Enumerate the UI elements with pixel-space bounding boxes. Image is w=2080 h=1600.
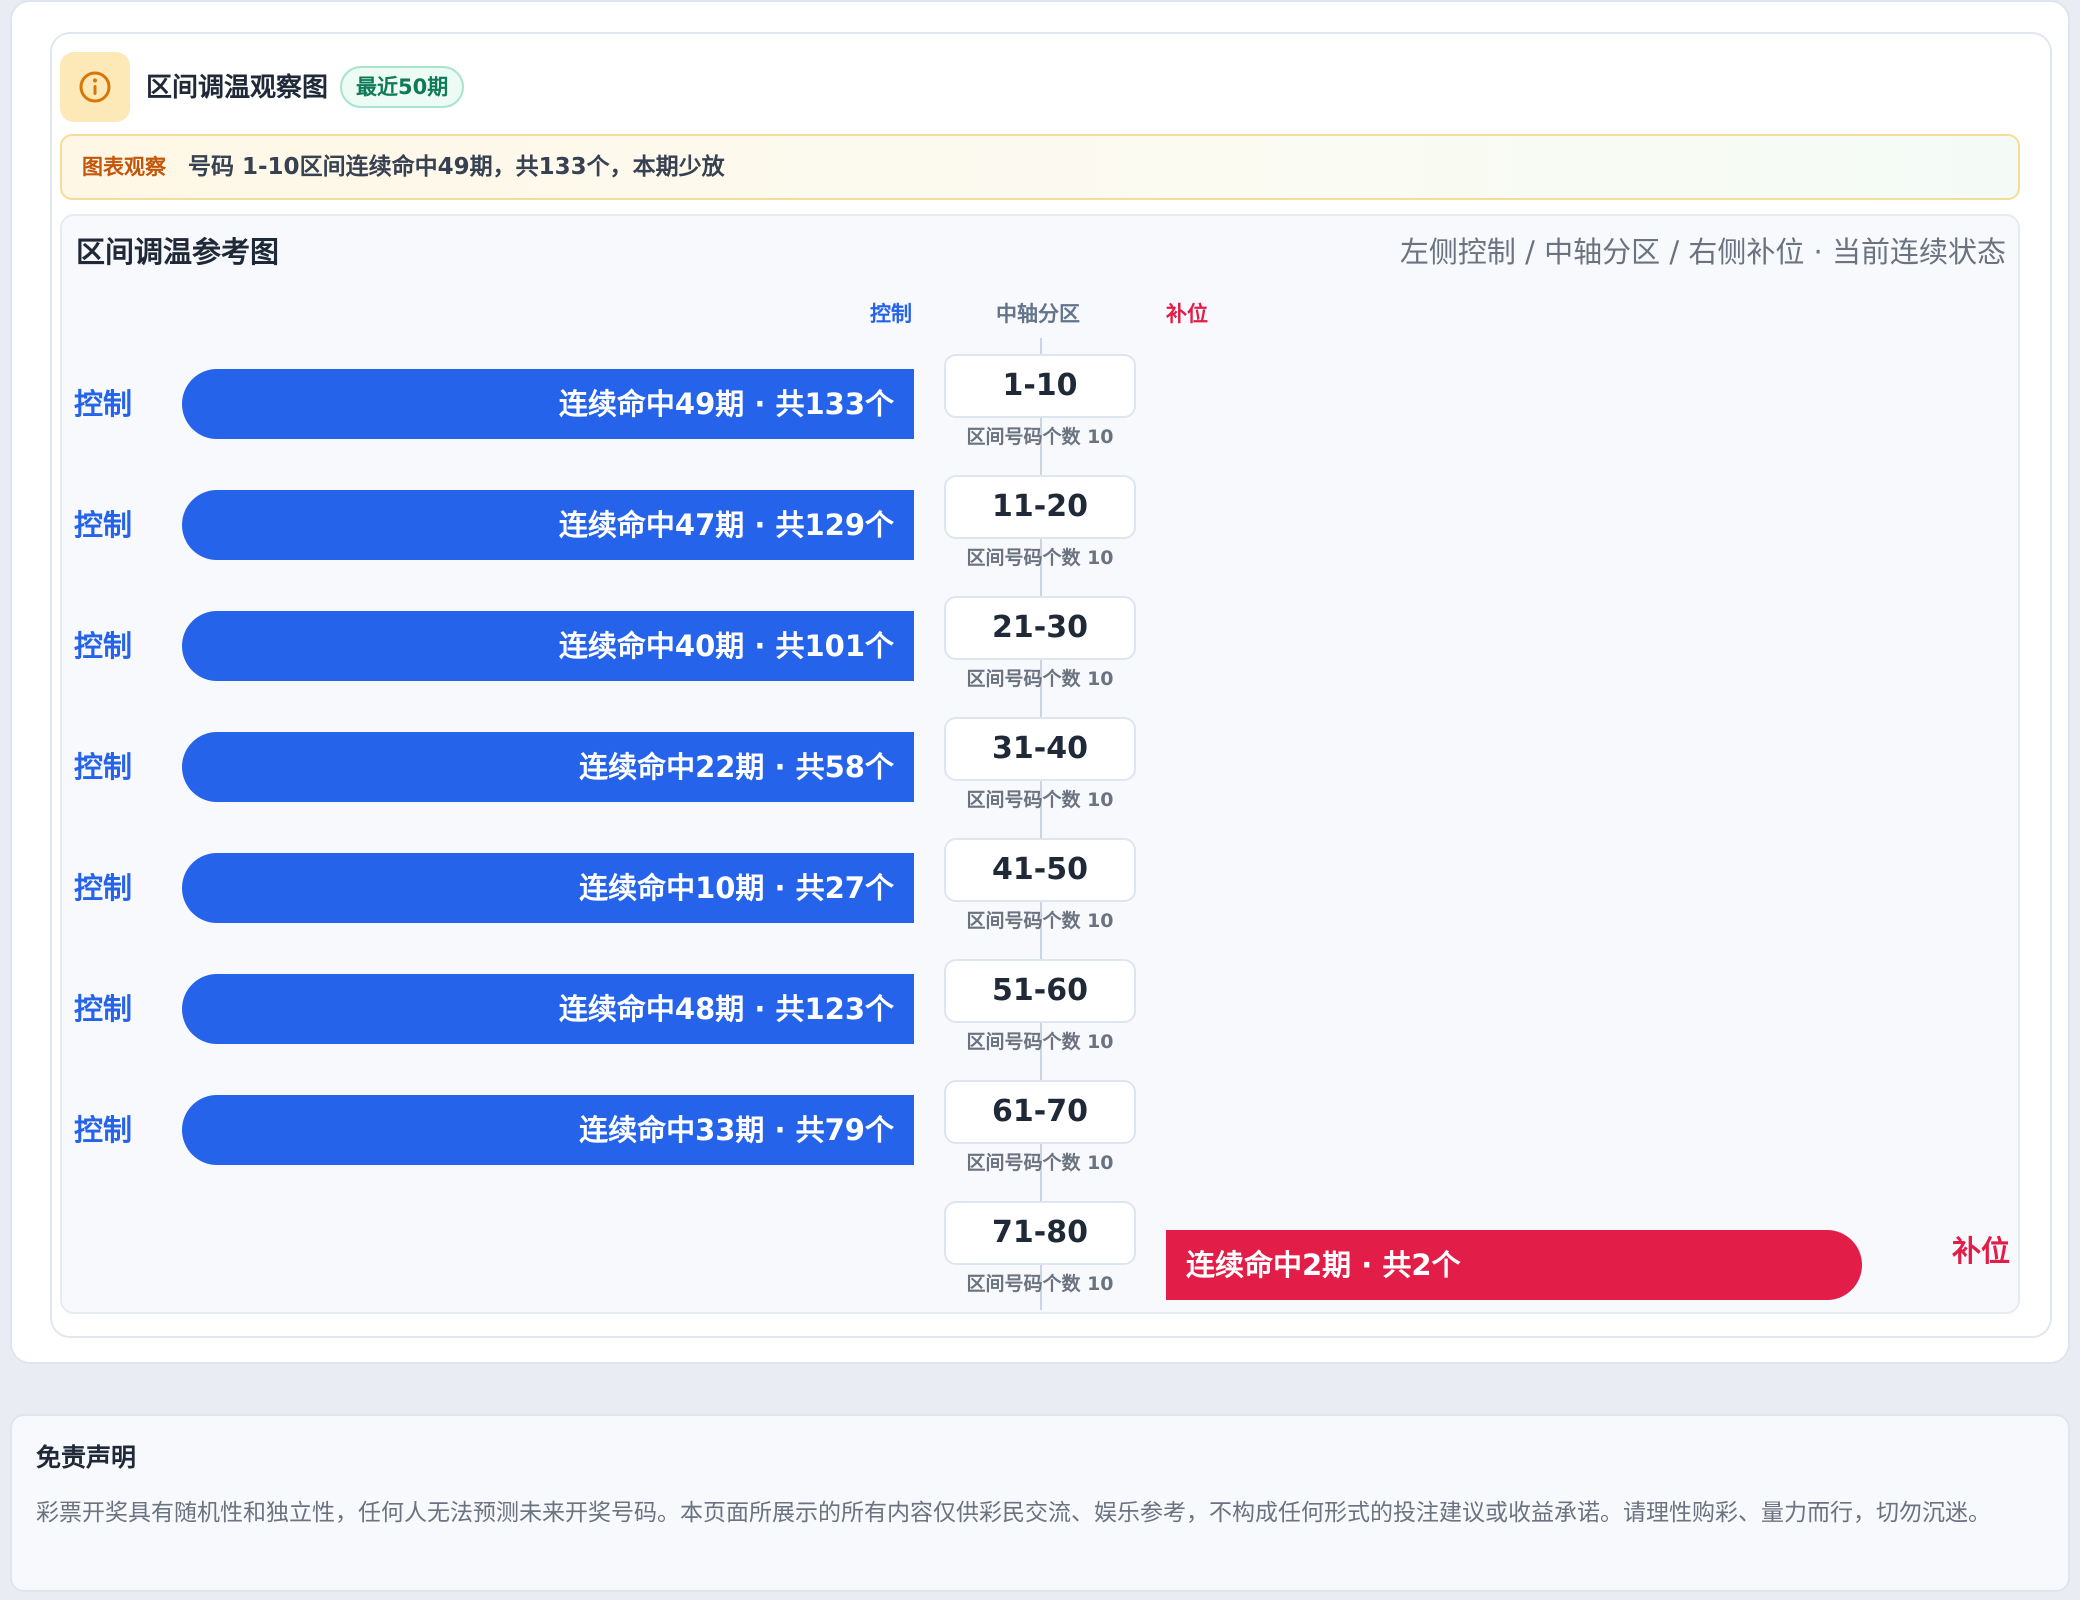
info-icon	[60, 52, 130, 122]
row-side-label: 补位	[1951, 1234, 2010, 1268]
row-side-label: 控制	[74, 871, 133, 905]
range-count-label: 区间号码个数 10	[966, 426, 1114, 448]
range-label: 71-80	[944, 1201, 1136, 1265]
range-count-label: 区间号码个数 10	[966, 1152, 1114, 1174]
period-badge: 最近50期	[340, 66, 465, 108]
range-count-label: 区间号码个数 10	[966, 1031, 1114, 1053]
control-bar: 连续命中47期 · 共129个	[182, 490, 914, 560]
fill-bar: 连续命中2期 · 共2个	[1166, 1230, 1862, 1300]
control-bar: 连续命中10期 · 共27个	[182, 853, 914, 923]
disclaimer-title: 免责声明	[36, 1443, 137, 1472]
control-bar: 连续命中48期 · 共123个	[182, 974, 914, 1044]
disclaimer-text: 彩票开奖具有随机性和独立性，任何人无法预测未来开奖号码。本页面所展示的所有内容仅…	[36, 1500, 1991, 1526]
observation-text: 号码 1-10区间连续命中49期，共133个，本期少放	[188, 154, 725, 180]
range-label: 11-20	[944, 475, 1136, 539]
range-count-label: 区间号码个数 10	[966, 1273, 1114, 1295]
card-title: 区间调温观察图	[146, 73, 329, 103]
column-header-control: 控制	[870, 302, 912, 326]
range-count-label: 区间号码个数 10	[966, 668, 1114, 690]
control-bar: 连续命中40期 · 共101个	[182, 611, 914, 681]
range-count-label: 区间号码个数 10	[966, 547, 1114, 569]
range-count-label: 区间号码个数 10	[966, 789, 1114, 811]
control-bar: 连续命中22期 · 共58个	[182, 732, 914, 802]
range-label: 61-70	[944, 1080, 1136, 1144]
control-bar: 连续命中49期 · 共133个	[182, 369, 914, 439]
chart-subtitle: 左侧控制 / 中轴分区 / 右侧补位 · 当前连续状态	[1399, 235, 2006, 269]
row-side-label: 控制	[74, 992, 133, 1026]
observation-label: 图表观察	[82, 155, 166, 179]
observation-banner: 图表观察 号码 1-10区间连续命中49期，共133个，本期少放	[60, 134, 2020, 200]
control-bar: 连续命中33期 · 共79个	[182, 1095, 914, 1165]
column-header-axis: 中轴分区	[996, 302, 1080, 326]
range-label: 21-30	[944, 596, 1136, 660]
chart-title: 区间调温参考图	[76, 235, 280, 269]
disclaimer-panel: 免责声明 彩票开奖具有随机性和独立性，任何人无法预测未来开奖号码。本页面所展示的…	[10, 1414, 2070, 1592]
row-side-label: 控制	[74, 508, 133, 542]
range-label: 51-60	[944, 959, 1136, 1023]
row-side-label: 控制	[74, 629, 133, 663]
range-count-label: 区间号码个数 10	[966, 910, 1114, 932]
column-header-fill: 补位	[1166, 302, 1208, 326]
row-side-label: 控制	[74, 750, 133, 784]
range-label: 41-50	[944, 838, 1136, 902]
row-side-label: 控制	[74, 1113, 133, 1147]
range-label: 31-40	[944, 717, 1136, 781]
row-side-label: 控制	[74, 387, 133, 421]
range-label: 1-10	[944, 354, 1136, 418]
